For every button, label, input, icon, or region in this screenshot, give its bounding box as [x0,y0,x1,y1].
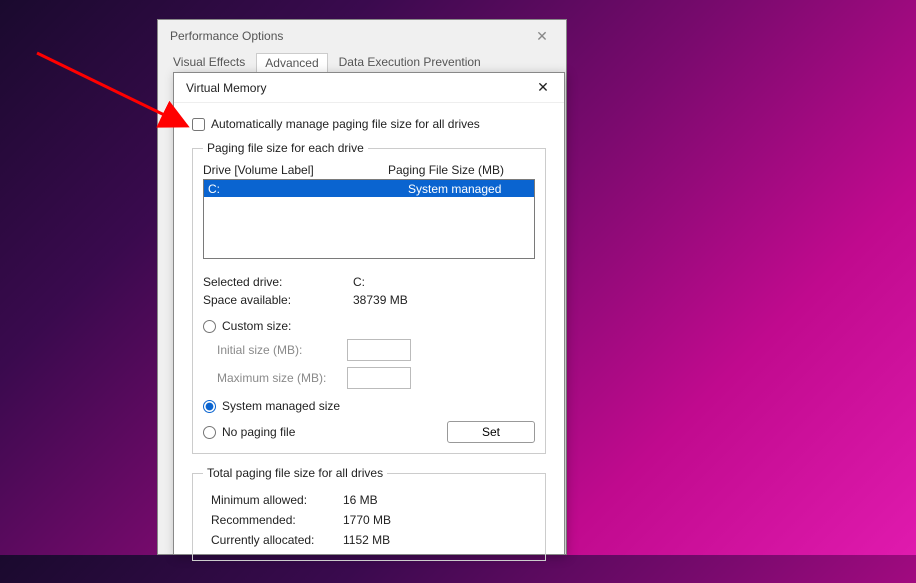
header-size-label: Paging File Size (MB) [388,163,504,177]
virtual-memory-titlebar: Virtual Memory ✕ [174,73,564,103]
system-managed-label: System managed size [222,399,340,413]
min-allowed-value: 16 MB [343,490,378,510]
system-managed-row: System managed size [203,399,535,413]
no-paging-label: No paging file [222,425,295,439]
close-icon[interactable]: ✕ [526,28,558,45]
drive-row-drive: C: [208,182,408,196]
totals-legend: Total paging file size for all drives [203,466,387,480]
close-icon[interactable]: ✕ [528,79,558,96]
min-allowed-label: Minimum allowed: [203,490,343,510]
virtual-memory-title: Virtual Memory [186,81,266,95]
set-button[interactable]: Set [447,421,535,443]
drive-row-size: System managed [408,182,501,196]
performance-options-titlebar: Performance Options ✕ [158,20,566,52]
recommended-value: 1770 MB [343,510,391,530]
tab-visual-effects[interactable]: Visual Effects [164,52,254,72]
auto-manage-checkbox[interactable] [192,118,205,131]
maximum-size-input[interactable] [347,367,411,389]
space-available-value: 38739 MB [353,291,408,309]
selected-drive-label: Selected drive: [203,273,353,291]
custom-size-row: Custom size: [203,319,535,333]
performance-options-tabs: Visual Effects Advanced Data Execution P… [158,52,566,72]
totals-group: Total paging file size for all drives Mi… [192,466,546,561]
initial-size-input[interactable] [347,339,411,361]
space-available-label: Space available: [203,291,353,309]
selected-drive-value: C: [353,273,365,291]
list-item[interactable]: C: System managed [204,180,534,197]
auto-manage-row: Automatically manage paging file size fo… [192,117,546,131]
header-drive-label: Drive [Volume Label] [203,163,388,177]
currently-allocated-label: Currently allocated: [203,530,343,550]
maximum-size-label: Maximum size (MB): [203,371,341,385]
custom-size-radio[interactable] [203,320,216,333]
drive-list-header: Drive [Volume Label] Paging File Size (M… [203,163,535,177]
paging-file-legend: Paging file size for each drive [203,141,368,155]
drive-list[interactable]: C: System managed [203,179,535,259]
tab-advanced[interactable]: Advanced [256,53,327,73]
paging-file-group: Paging file size for each drive Drive [V… [192,141,546,454]
performance-options-title: Performance Options [170,29,283,43]
initial-size-label: Initial size (MB): [203,343,341,357]
no-paging-radio[interactable] [203,426,216,439]
no-paging-row: No paging file [203,425,295,439]
selected-drive-block: Selected drive: C: Space available: 3873… [203,273,535,309]
tab-dep[interactable]: Data Execution Prevention [330,52,490,72]
custom-size-label: Custom size: [222,319,291,333]
auto-manage-label: Automatically manage paging file size fo… [211,117,480,131]
currently-allocated-value: 1152 MB [343,530,390,550]
recommended-label: Recommended: [203,510,343,530]
virtual-memory-dialog: Virtual Memory ✕ Automatically manage pa… [173,72,565,555]
system-managed-radio[interactable] [203,400,216,413]
